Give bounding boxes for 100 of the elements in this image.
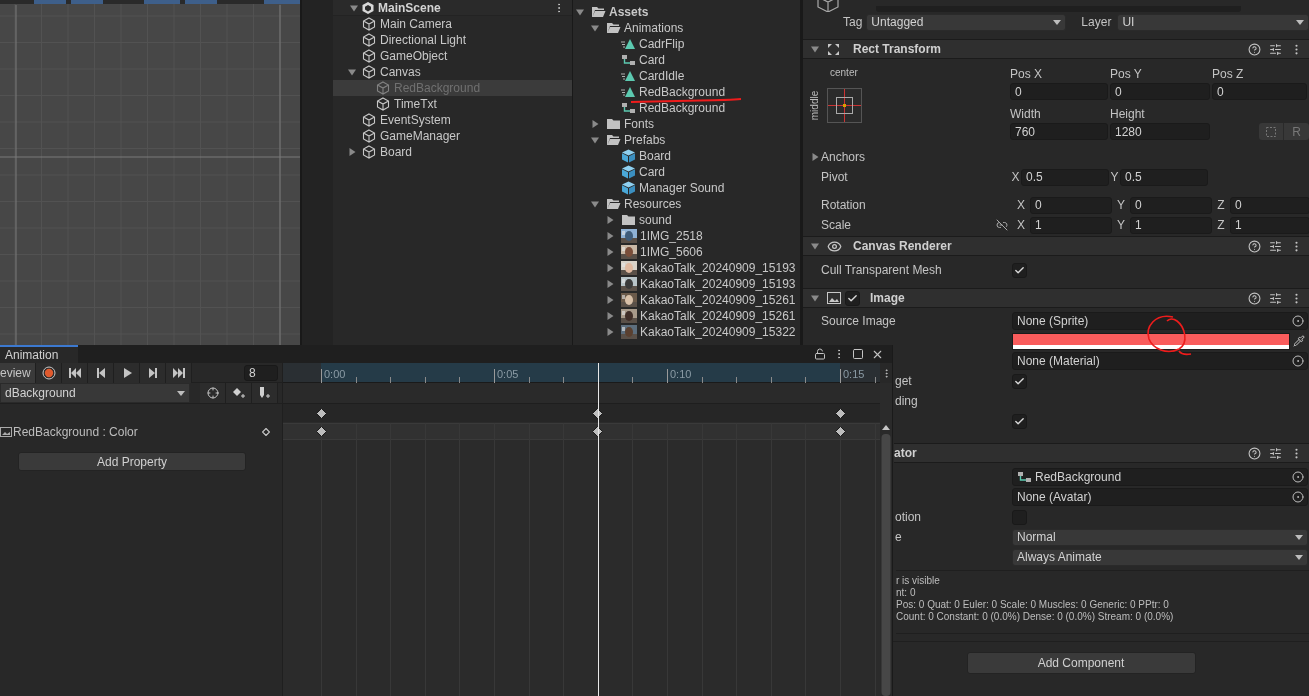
dropdown[interactable]: dBackground <box>0 383 190 403</box>
project-item[interactable]: 1IMG_2518 <box>573 228 800 244</box>
component-header[interactable]: Rect Transform <box>803 39 1309 59</box>
text-field[interactable]: 0 <box>1030 196 1112 214</box>
text-field[interactable]: 0 <box>1010 83 1108 100</box>
disclosure-triangle-icon[interactable] <box>606 312 614 320</box>
help-icon[interactable] <box>1248 446 1261 460</box>
unlinked-chain-icon[interactable] <box>996 219 1008 231</box>
object-picker-icon[interactable] <box>1292 355 1304 367</box>
project-item[interactable]: CardIdle <box>573 68 800 84</box>
project-item[interactable]: Assets <box>573 4 800 20</box>
text-field[interactable]: 1 <box>1130 216 1212 234</box>
project-item[interactable]: Card <box>573 52 800 68</box>
project-item[interactable]: KakaoTalk_20240909_15193 <box>573 260 800 276</box>
project-item[interactable]: Resources <box>573 196 800 212</box>
object-picker-icon[interactable] <box>1292 315 1304 327</box>
checkbox[interactable] <box>1012 373 1027 389</box>
object-field[interactable]: RedBackground <box>1012 468 1308 486</box>
component-header[interactable]: Image <box>803 288 1309 308</box>
timeline-ruler[interactable] <box>283 363 880 383</box>
disclosure-triangle-icon[interactable] <box>591 200 599 208</box>
project-item[interactable]: KakaoTalk_20240909_15261 <box>573 308 800 324</box>
disclosure-triangle-icon[interactable] <box>811 45 819 53</box>
object-field[interactable]: None (Sprite) <box>1012 312 1308 330</box>
presets-icon[interactable] <box>1269 239 1282 253</box>
text-field[interactable]: 760 <box>1010 123 1108 140</box>
text-field[interactable]: 1 <box>1030 216 1112 234</box>
disclosure-triangle-icon[interactable] <box>348 68 356 76</box>
last-keyframe-button[interactable] <box>166 362 192 383</box>
text-field[interactable]: 0.5 <box>1120 168 1208 186</box>
help-icon[interactable] <box>1248 239 1261 253</box>
hierarchy-item[interactable]: Main Camera <box>333 16 572 32</box>
dropdown[interactable]: UI <box>1117 13 1309 31</box>
frame-field[interactable]: 8 <box>244 364 278 381</box>
checkbox[interactable] <box>1012 413 1027 429</box>
text-field[interactable]: 0 <box>1110 83 1210 100</box>
previous-keyframe-button[interactable] <box>88 362 114 383</box>
disclosure-triangle-icon[interactable] <box>811 242 819 250</box>
playhead-line[interactable] <box>597 363 599 696</box>
preview-button[interactable]: eview <box>0 362 36 383</box>
presets-icon[interactable] <box>1269 446 1282 460</box>
project-item[interactable]: KakaoTalk_20240909_15261 <box>573 292 800 308</box>
project-item[interactable]: KakaoTalk_20240909_15322 <box>573 324 800 340</box>
disclosure-triangle-icon[interactable] <box>606 280 614 288</box>
project-item[interactable]: 1IMG_5606 <box>573 244 800 260</box>
property-label[interactable]: RedBackground : Color <box>13 422 138 441</box>
blueprint-mode-button[interactable] <box>1259 123 1283 140</box>
disclosure-triangle-icon[interactable] <box>591 136 599 144</box>
hierarchy-item[interactable]: TimeTxt <box>333 96 572 112</box>
text-field[interactable]: 0 <box>1212 83 1307 100</box>
project-item[interactable]: Prefabs <box>573 132 800 148</box>
object-picker-icon[interactable] <box>1292 491 1304 503</box>
summary-keyframe[interactable] <box>834 407 846 419</box>
hierarchy-item[interactable]: Board <box>333 144 572 160</box>
disclosure-triangle-icon[interactable] <box>811 294 819 302</box>
project-item[interactable]: Card <box>573 164 800 180</box>
dropdown[interactable]: Untagged <box>866 13 1067 31</box>
disclosure-triangle-icon[interactable] <box>606 264 614 272</box>
help-icon[interactable] <box>1248 291 1261 305</box>
disclosure-triangle-icon[interactable] <box>811 153 819 161</box>
checkbox[interactable] <box>845 290 860 306</box>
disclosure-triangle-icon[interactable] <box>606 328 614 336</box>
record-button[interactable] <box>36 362 62 383</box>
dropdown[interactable]: Always Animate <box>1012 548 1308 566</box>
next-keyframe-button[interactable] <box>140 362 166 383</box>
disclosure-triangle-icon[interactable] <box>348 148 356 156</box>
summary-keyframe[interactable] <box>315 407 327 419</box>
project-item[interactable]: Board <box>573 148 800 164</box>
keyframe-toggle-icon[interactable] <box>262 427 270 436</box>
project-item[interactable]: KakaoTalk_20240909_15193 <box>573 276 800 292</box>
disclosure-triangle-icon[interactable] <box>606 216 614 224</box>
first-keyframe-button[interactable] <box>62 362 88 383</box>
disclosure-triangle-icon[interactable] <box>591 24 599 32</box>
project-item[interactable]: Manager Sound <box>573 180 800 196</box>
disclosure-triangle-icon[interactable] <box>606 232 614 240</box>
object-field[interactable]: None (Material) <box>1012 352 1308 370</box>
project-item[interactable]: CadrFlip <box>573 36 800 52</box>
text-field[interactable]: 0.5 <box>1021 168 1109 186</box>
text-field[interactable]: 0 <box>1130 196 1212 214</box>
disclosure-triangle-icon[interactable] <box>591 120 599 128</box>
disclosure-triangle-icon[interactable] <box>576 8 584 16</box>
keyframe-marker[interactable] <box>315 425 327 437</box>
play-button[interactable] <box>114 362 140 383</box>
keyframe-marker[interactable] <box>834 425 846 437</box>
component-header[interactable]: Canvas Renderer <box>803 236 1309 256</box>
presets-icon[interactable] <box>1269 291 1282 305</box>
project-item[interactable]: RedBackground <box>573 84 800 100</box>
project-item[interactable]: Animations <box>573 20 800 36</box>
eyedropper-icon[interactable] <box>1293 335 1305 347</box>
hierarchy-item[interactable]: Directional Light <box>333 32 572 48</box>
lock-icon[interactable] <box>814 348 826 360</box>
object-picker-icon[interactable] <box>1292 471 1304 483</box>
color-field[interactable] <box>1012 332 1290 350</box>
scene-title[interactable]: MainScene <box>378 0 441 17</box>
object-field[interactable]: None (Avatar) <box>1012 488 1308 506</box>
hierarchy-item[interactable]: EventSystem <box>333 112 572 128</box>
hierarchy-item[interactable]: GameObject <box>333 48 572 64</box>
add-keyframe-button[interactable] <box>226 383 252 403</box>
text-field[interactable]: 0 <box>1230 196 1309 214</box>
anchor-preset-button[interactable] <box>827 87 862 123</box>
